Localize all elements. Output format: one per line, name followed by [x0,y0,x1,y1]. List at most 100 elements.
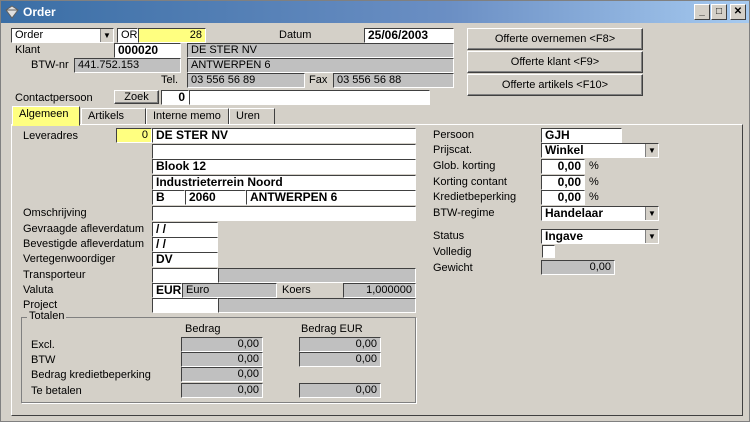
chevron-down-icon[interactable]: ▼ [100,29,113,42]
offerte-klant-button[interactable]: Offerte klant <F9> [467,51,643,73]
btw-total-label: BTW [31,354,56,366]
klant-label: Klant [15,44,41,56]
status-value: Ingave [545,229,584,243]
project-name-field [218,298,416,313]
order-number-field[interactable]: 28 [138,28,206,43]
bevestigde-label: Bevestigde afleverdatum [23,238,145,250]
korting-contant-field[interactable]: 0,00 [541,175,585,190]
krediet-field: 0,00 [181,367,263,382]
tel-field: 03 556 56 89 [187,73,305,88]
persoon-label: Persoon [433,129,474,141]
city-field[interactable]: ANTWERPEN 6 [246,190,416,205]
btw-field: 441.752.153 [74,58,181,73]
valuta-name-field: Euro [182,283,277,298]
transporteur-label: Transporteur [23,269,86,281]
maximize-icon[interactable]: □ [711,4,727,20]
korting-contant-pct: % [589,176,599,188]
tab-algemeen[interactable]: Algemeen [12,106,80,126]
fax-label: Fax [309,74,328,86]
tab-artikels[interactable]: Artikels [81,108,146,125]
persoon-field[interactable]: GJH [541,128,622,143]
contact-name-field[interactable] [189,90,430,105]
col-bedrag-label: Bedrag [185,323,221,335]
offerte-artikels-button[interactable]: Offerte artikels <F10> [467,74,643,96]
address-line3-field[interactable]: Blook 12 [152,159,416,174]
kredietbeperking-field[interactable]: 0,00 [541,190,585,205]
leveradres-label: Leveradres [23,130,79,142]
excl-field: 0,00 [181,337,263,352]
glob-korting-pct: % [589,160,599,172]
app-icon [5,5,19,19]
order-window: Order _ □ ✕ Order ▼ OR 28 Datum 25/06/20… [0,0,750,422]
btw-regime-combo[interactable]: Handelaar ▼ [541,206,659,221]
vertegen-label: Vertegenwoordiger [23,253,116,265]
korting-contant-label: Korting contant [433,176,507,188]
postcode-field[interactable]: 2060 [185,190,246,205]
window-title: Order [23,5,56,19]
excl-eur-field: 0,00 [299,337,381,352]
datum-field[interactable]: 25/06/2003 [364,28,454,43]
koers-label: Koers [282,284,311,296]
volledig-label: Volledig [433,246,472,258]
address-line4-field[interactable]: Industrieterrein Noord [152,175,416,190]
country-field[interactable]: B [152,190,185,205]
valuta-code-field[interactable]: EUR [152,283,182,298]
datum-label: Datum [279,29,312,41]
status-combo[interactable]: Ingave ▼ [541,229,659,244]
gevraagde-label: Gevraagde afleverdatum [23,223,145,235]
glob-korting-label: Glob. korting [433,160,496,172]
btw-total-field: 0,00 [181,352,263,367]
offerte-overnemen-button[interactable]: Offerte overnemen <F8> [467,28,643,50]
project-code-field[interactable] [152,298,218,313]
title-bar[interactable]: Order _ □ ✕ [1,1,749,23]
totalen-title: Totalen [27,310,67,322]
address-line2-field[interactable] [152,144,416,159]
zoek-button[interactable]: Zoek [114,90,159,104]
te-betalen-field: 0,00 [181,383,263,398]
transporteur-code-field[interactable] [152,268,218,283]
btw-label: BTW-nr [31,59,69,71]
status-label: Status [433,230,465,242]
close-icon[interactable]: ✕ [730,4,746,20]
contact-label: Contactpersoon [15,92,93,104]
tel-label: Tel. [161,74,179,86]
klant-code-field[interactable]: 000020 [114,43,181,58]
col-bedrag-eur-label: Bedrag EUR [301,323,363,335]
te-betalen-eur-field: 0,00 [299,383,381,398]
minimize-icon[interactable]: _ [694,4,710,20]
btw-regime-value: Handelaar [545,206,604,220]
koers-field: 1,000000 [343,283,416,298]
address-line1-field[interactable]: DE STER NV [152,128,416,143]
btw-regime-label: BTW-regime [433,207,495,219]
omschrijving-field[interactable] [152,206,416,221]
prijscat-label: Prijscat. [433,144,473,156]
kredietbeperking-label: Kredietbeperking [433,191,517,203]
prijscat-combo[interactable]: Winkel ▼ [541,143,659,158]
doc-type-combo[interactable]: Order ▼ [11,28,114,43]
te-betalen-label: Te betalen [31,385,82,397]
contact-code-field[interactable]: 0 [161,90,189,105]
btw-total-eur-field: 0,00 [299,352,381,367]
tab-uren[interactable]: Uren [229,108,275,125]
krediet-label: Bedrag kredietbeperking [31,369,151,381]
prijscat-value: Winkel [545,143,584,157]
excl-label: Excl. [31,339,55,351]
chevron-down-icon[interactable]: ▼ [645,144,658,157]
leveradres-code-field[interactable]: 0 [116,128,152,143]
kredietbeperking-pct: % [589,191,599,203]
klant-city-field: ANTWERPEN 6 [187,58,454,73]
tab-interne-memo[interactable]: Interne memo [146,108,229,125]
gewicht-label: Gewicht [433,262,473,274]
vertegen-field[interactable]: DV [152,252,218,267]
volledig-checkbox[interactable] [542,245,555,258]
chevron-down-icon[interactable]: ▼ [645,230,658,243]
gewicht-field: 0,00 [541,260,615,275]
bevestigde-field[interactable]: / / [152,237,218,252]
prefix-field[interactable]: OR [117,28,138,43]
doc-type-value: Order [15,29,44,41]
omschrijving-label: Omschrijving [23,207,87,219]
chevron-down-icon[interactable]: ▼ [645,207,658,220]
transporteur-name-field [218,268,416,283]
gevraagde-field[interactable]: / / [152,222,218,237]
glob-korting-field[interactable]: 0,00 [541,159,585,174]
